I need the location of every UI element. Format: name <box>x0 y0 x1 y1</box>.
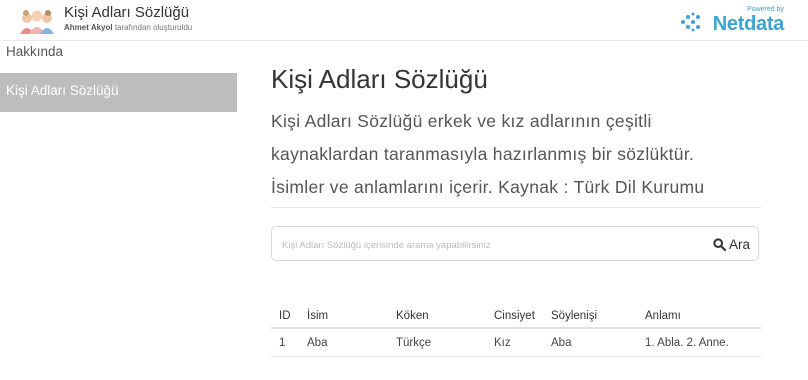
description-line: İsimler ve anlamlarını içerir. Kaynak : … <box>271 177 705 197</box>
logo-icon[interactable] <box>18 6 56 34</box>
names-table: ID İsim Köken Cinsiyet Söylenişi Anlamı … <box>271 305 761 357</box>
cell-name: Aba <box>299 328 388 357</box>
sidebar: Hakkında Kişi Adları Sözlüğü <box>0 41 237 380</box>
column-header-origin[interactable]: Köken <box>388 305 486 329</box>
cell-id: 1 <box>271 328 299 357</box>
search-box: Ara <box>271 226 759 261</box>
netdata-badge[interactable]: Powered by Netdata <box>664 6 785 35</box>
search-icon <box>713 237 726 251</box>
search-input[interactable] <box>280 232 664 258</box>
column-header-pronunciation[interactable]: Söylenişi <box>543 305 637 329</box>
netdata-brand: Netdata <box>712 13 785 35</box>
search-button-label: Ara <box>728 236 750 252</box>
cell-meaning: 1. Abla. 2. Anne. <box>637 328 761 357</box>
column-header-name[interactable]: İsim <box>299 305 388 329</box>
cell-pronunciation: Aba <box>543 328 637 357</box>
description-line: Kişi Adları Sözlüğü erkek ve kız adların… <box>271 111 652 131</box>
cell-origin: Türkçe <box>388 328 486 357</box>
app-title[interactable]: Kişi Adları Sözlüğü <box>64 4 189 21</box>
table-row[interactable]: 1 Aba Türkçe Kız Aba 1. Abla. 2. Anne. <box>271 328 761 357</box>
cell-gender: Kız <box>486 328 543 357</box>
column-header-gender[interactable]: Cinsiyet <box>486 305 543 329</box>
divider <box>271 207 761 208</box>
sidebar-item-about[interactable]: Hakkında <box>0 31 237 73</box>
page-title: Kişi Adları Sözlüğü <box>271 64 488 94</box>
column-header-id[interactable]: ID <box>271 305 299 329</box>
netdata-logo-icon <box>681 12 700 32</box>
table-header-row: ID İsim Köken Cinsiyet Söylenişi Anlamı <box>271 305 761 329</box>
powered-by-label: Powered by <box>747 6 784 13</box>
sidebar-item-dictionary[interactable]: Kişi Adları Sözlüğü <box>0 73 237 112</box>
column-header-meaning[interactable]: Anlamı <box>637 305 761 329</box>
search-button[interactable]: Ara <box>713 234 750 254</box>
page-description: Kişi Adları Sözlüğü erkek ve kız adların… <box>271 105 771 204</box>
description-line: kaynaklardan taranmasıyla hazırlanmış bi… <box>271 144 695 164</box>
